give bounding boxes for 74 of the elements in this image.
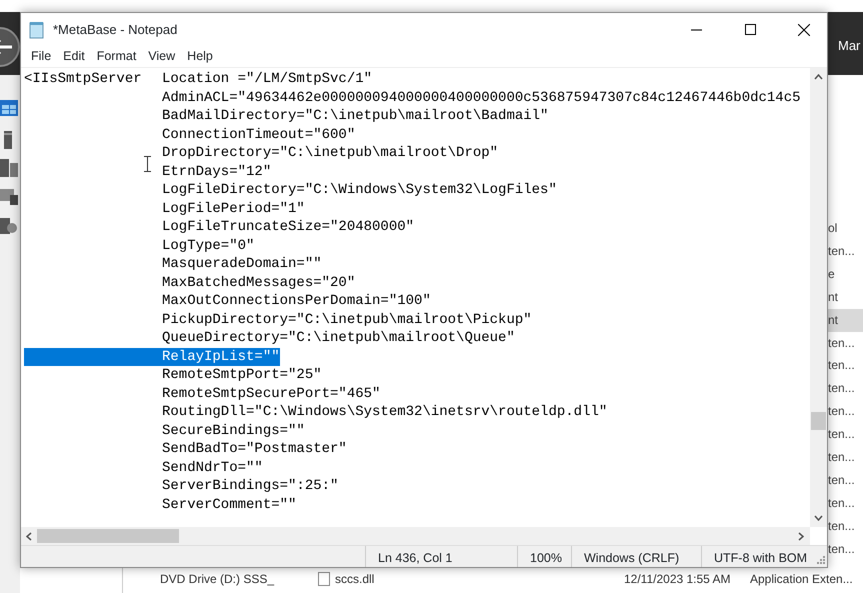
list-item[interactable]: ten... [826,446,863,469]
menu-item[interactable]: Format [90,47,142,66]
status-text: 100% [517,546,571,567]
resize-grip-icon[interactable] [817,556,825,564]
code-text: <IIsSmtpServer [24,70,143,88]
menu-item[interactable]: View [142,47,182,66]
dashboard-icon[interactable] [0,100,18,116]
code-text: LogType="0" [162,236,254,255]
scroll-down-icon[interactable] [814,515,823,521]
code-text: QueueDirectory="C:\inetpub\mailroot\Queue" [162,329,515,348]
list-item[interactable]: ten... [826,240,863,263]
status-text: Windows (CRLF) [571,546,701,567]
code-text: ServerComment="" [162,496,296,514]
list-item[interactable]: ten... [826,354,863,378]
horizontal-scrollbar[interactable] [21,527,810,545]
list-item[interactable]: ten... [826,400,863,424]
list-item[interactable]: ten... [826,423,863,446]
code-text: RoutingDll="C:\Windows\System32\inetsrv\routeldp.dll" [162,403,608,422]
scroll-right-icon[interactable] [798,532,804,540]
code-text: ConnectionTimeout="600" [162,126,356,144]
window-title: *MetaBase - Notepad [53,20,178,39]
status-text: Ln 436, Col 1 [365,546,517,567]
storage-icon[interactable] [0,216,18,234]
servers-icon[interactable] [0,159,18,177]
list-item[interactable]: ten... [826,332,863,354]
code-text: EtrnDays="12" [162,162,272,181]
code-text: LogFileTruncateSize="20480000" [162,218,414,236]
list-item[interactable]: e [826,262,863,286]
code-text: SendBadTo="Postmaster" [162,440,347,458]
file-icon [318,572,330,586]
file-name[interactable]: DVD Drive (D:) SSS_ [160,572,274,587]
list-item[interactable]: ten... [826,492,863,515]
list-item[interactable]: ten... [826,514,863,538]
code-text: MaxBatchedMessages="20" [162,274,356,292]
code-text: Location ="/LM/SmtpSvc/1" [162,70,372,88]
code-text: RemoteSmtpSecurePort="465" [162,384,380,403]
notepad-icon [29,20,45,38]
code-text: BadMailDirectory="C:\inetpub\mailroot\Badmail" [162,107,548,126]
code-text: MaxOutConnectionsPerDomain="100" [162,292,431,310]
code-text: SecureBindings="" [162,422,305,440]
folder-icon[interactable] [0,187,18,205]
list-item[interactable]: ten... [826,538,863,561]
code-text: RelayIpList="" [24,348,280,366]
list-item[interactable]: nt [826,286,863,309]
menu-item[interactable]: Help [181,47,219,66]
file-type[interactable]: Application Exten... [750,572,853,587]
menu-item[interactable]: Edit [57,47,91,66]
scrollbar-thumb[interactable] [811,412,826,430]
code-text: MasqueradeDomain="" [162,255,322,274]
code-text: LogFilePeriod="1" [162,200,305,218]
file-file[interactable]: sccs.dll [335,572,374,587]
list-item[interactable]: nt [826,308,863,332]
code-text: SendNdrTo="" [162,458,263,477]
code-text: PickupDirectory="C:\inetpub\mailroot\Pickup" [162,310,532,329]
server-icon[interactable] [4,131,12,149]
scrollbar-thumb[interactable] [37,529,179,543]
code-text: RemoteSmtpPort="25" [162,366,322,384]
header-text: Mar [838,37,860,55]
menu-item[interactable]: File [25,47,58,66]
close-icon [798,24,810,36]
status-text: UTF-8 with BOM [701,546,817,567]
code-text: AdminACL="49634462e000000094000000400000000c536875947307c84c12467446b0dc14c5 [162,88,801,107]
list-item[interactable]: ten... [826,468,863,492]
file-date: 12/11/2023 1:55 AM [624,572,731,587]
list-item[interactable]: ten... [826,377,863,400]
scroll-left-icon[interactable] [26,532,32,540]
list-item[interactable]: ol [826,217,863,240]
code-text: LogFileDirectory="C:\Windows\System32\LogFiles" [162,181,557,200]
maximize-icon [744,24,756,35]
scroll-up-icon[interactable] [814,74,823,80]
code-text: DropDirectory="C:\inetpub\mailroot\Drop" [162,144,498,162]
code-text: ServerBindings=":25:" [162,477,338,496]
text-cursor-icon [144,156,151,172]
vertical-scrollbar[interactable] [810,68,827,527]
